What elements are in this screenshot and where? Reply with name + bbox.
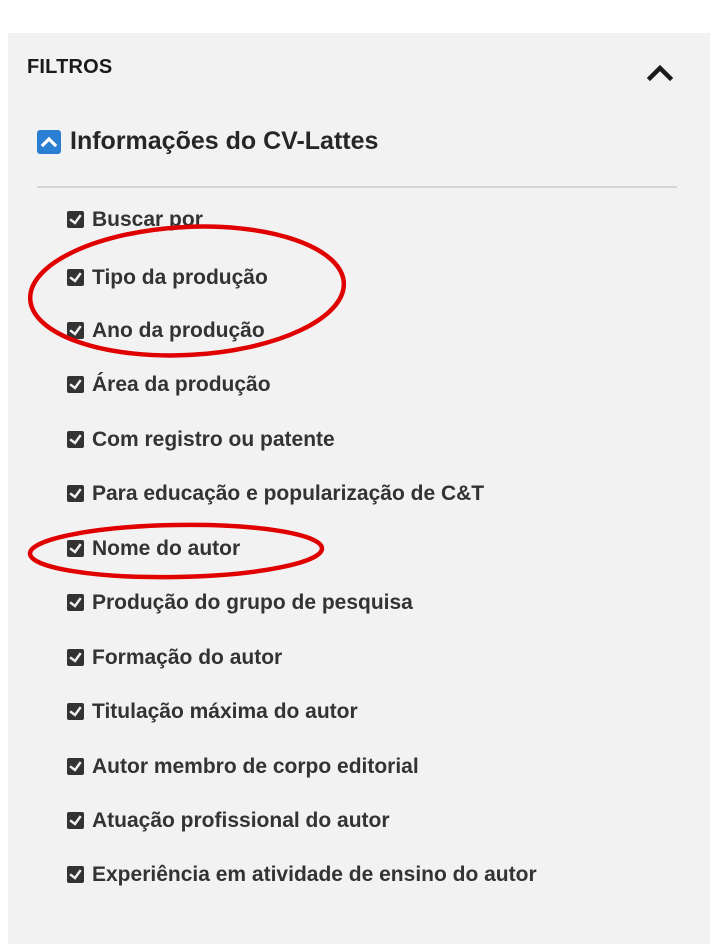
section-toggle-button[interactable] — [37, 130, 61, 154]
filter-item-com-registro-ou-patente[interactable]: Com registro ou patente — [67, 427, 335, 452]
filter-item-label: Para educação e popularização de C&T — [92, 482, 485, 505]
filter-item-label: Produção do grupo de pesquisa — [92, 591, 413, 614]
filter-item-educacao-popularizacao[interactable]: Para educação e popularização de C&T — [67, 481, 484, 506]
collapse-filters-button[interactable] — [645, 60, 675, 84]
filter-item-label: Autor membro de corpo editorial — [92, 755, 419, 778]
filter-item-label: Tipo da produção — [92, 266, 268, 289]
filter-item-atuacao-profissional[interactable]: Atuação profissional do autor — [67, 808, 390, 833]
checked-checkbox-icon — [67, 812, 84, 829]
filter-item-label: Atuação profissional do autor — [92, 809, 390, 832]
checked-checkbox-icon — [67, 594, 84, 611]
checked-checkbox-icon — [67, 322, 84, 339]
filter-item-label: Formação do autor — [92, 646, 283, 669]
filter-item-titulacao-maxima[interactable]: Titulação máxima do autor — [67, 699, 358, 724]
checked-checkbox-icon — [67, 540, 84, 557]
checked-checkbox-icon — [67, 703, 84, 720]
checked-checkbox-icon — [67, 649, 84, 666]
section-divider — [37, 186, 677, 188]
filter-item-nome-do-autor[interactable]: Nome do autor — [67, 536, 240, 561]
filter-item-label: Nome do autor — [92, 537, 241, 560]
checked-checkbox-icon — [67, 866, 84, 883]
chevron-up-icon — [646, 64, 674, 82]
filter-item-label: Titulação máxima do autor — [92, 700, 358, 723]
filter-item-experiencia-ensino[interactable]: Experiência em atividade de ensino do au… — [67, 862, 587, 887]
filter-item-formacao-do-autor[interactable]: Formação do autor — [67, 645, 282, 670]
filter-item-ano-da-producao[interactable]: Ano da produção — [67, 318, 265, 343]
filter-item-membro-corpo-editorial[interactable]: Autor membro de corpo editorial — [67, 754, 419, 779]
checked-checkbox-icon — [67, 431, 84, 448]
filter-item-label: Com registro ou patente — [92, 428, 335, 451]
filter-item-label: Ano da produção — [92, 319, 265, 342]
checked-checkbox-icon — [67, 269, 84, 286]
section-title: Informações do CV-Lattes — [70, 127, 379, 155]
chevron-up-square-icon — [40, 136, 58, 148]
filter-item-label: Experiência em atividade de ensino do au… — [92, 863, 537, 886]
filter-item-area-da-producao[interactable]: Área da produção — [67, 372, 271, 397]
checked-checkbox-icon — [67, 758, 84, 775]
filter-item-buscar-por[interactable]: Buscar por — [67, 207, 203, 232]
filter-item-label: Buscar por — [92, 208, 203, 231]
checked-checkbox-icon — [67, 485, 84, 502]
filter-item-tipo-da-producao[interactable]: Tipo da produção — [67, 265, 268, 290]
filter-item-producao-grupo-pesquisa[interactable]: Produção do grupo de pesquisa — [67, 590, 413, 615]
filters-title: FILTROS — [27, 56, 113, 78]
checked-checkbox-icon — [67, 376, 84, 393]
checked-checkbox-icon — [67, 211, 84, 228]
filter-item-label: Área da produção — [92, 373, 271, 396]
